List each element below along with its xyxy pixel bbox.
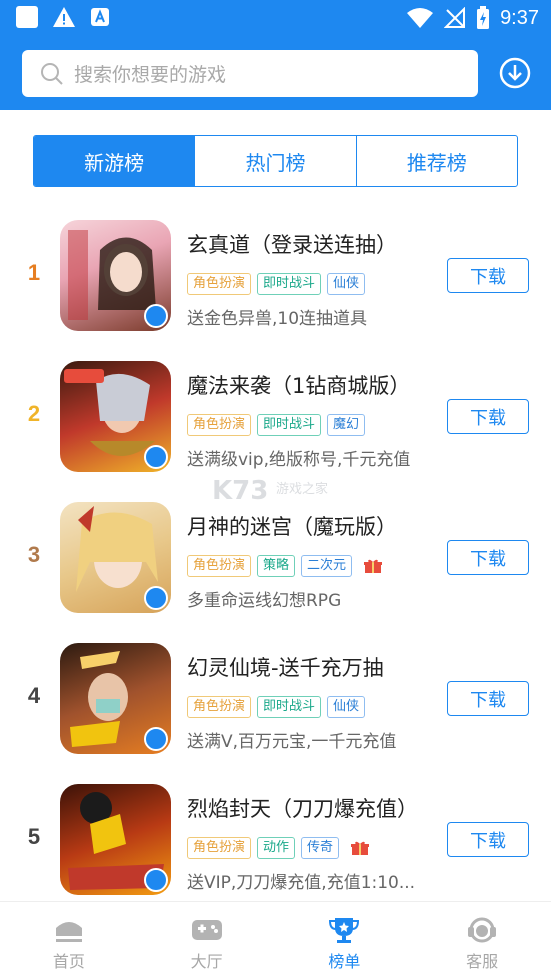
tag: 即时战斗 [257,414,322,436]
game-description: 送金色异兽,10连抽道具 [187,309,368,329]
game-title: 月神的迷宫（魔玩版） [187,515,397,539]
game-row[interactable]: 3 月神的迷宫（魔玩版） 角色扮演 策略 二次元 多重命运线幻想RPG 下载 [0,487,551,628]
tag: 角色扮演 [187,414,252,436]
game-row[interactable]: 1 玄真道（登录送连抽） 角色扮演 即时战斗 仙侠 送金色异兽,10连抽道具 下… [0,205,551,346]
battery-charging-icon [477,6,490,29]
game-title: 玄真道（登录送连抽） [187,233,397,257]
tag: 即时战斗 [257,273,322,295]
tag: 角色扮演 [187,837,252,859]
nav-label: 榜单 [328,952,361,971]
game-icon[interactable] [60,643,171,754]
tab-new-games[interactable]: 新游榜 [34,136,196,186]
wifi-icon [407,8,434,28]
gamebox-badge-icon [144,868,168,892]
tag: 角色扮演 [187,273,252,295]
status-bar: 9:37 [0,0,551,38]
notification-square-icon [16,6,38,28]
tag: 角色扮演 [187,555,252,577]
game-title: 幻灵仙境-送千充万抽 [187,656,384,680]
nav-support[interactable]: 客服 [413,902,551,979]
game-tags: 角色扮演 即时战斗 仙侠 [187,696,366,718]
game-title: 烈焰封天（刀刀爆充值） [187,797,418,821]
header: 搜索你想要的游戏 [0,38,551,110]
tag: 策略 [257,555,296,577]
game-icon[interactable] [60,361,171,472]
download-button[interactable]: 下载 [447,540,529,575]
svg-text:游戏之家: 游戏之家 [276,481,328,497]
game-icon[interactable] [60,220,171,331]
gamebox-badge-icon [144,727,168,751]
gamebox-badge-icon [144,586,168,610]
game-tags: 角色扮演 策略 二次元 [187,555,383,577]
nav-label: 首页 [52,952,85,971]
game-row[interactable]: 4 幻灵仙境-送千充万抽 角色扮演 即时战斗 仙侠 送满V,百万元宝,一千元充值… [0,628,551,769]
warning-icon [53,7,75,27]
game-icon[interactable] [60,784,171,895]
search-icon [41,62,63,85]
search-input[interactable]: 搜索你想要的游戏 [22,50,478,97]
gift-icon [351,841,370,855]
tag: 二次元 [301,555,353,577]
game-tags: 角色扮演 动作 传奇 [187,837,370,859]
tag: 仙侠 [327,696,366,718]
status-time: 9:37 [500,6,539,29]
search-placeholder: 搜索你想要的游戏 [74,64,227,86]
nav-label: 大厅 [190,952,223,971]
home-icon [55,922,82,942]
rank-number: 4 [27,683,41,708]
bottom-nav: 首页 大厅 榜单 客服 [0,901,551,979]
download-manager-icon[interactable] [499,57,531,89]
gift-icon [364,559,383,573]
game-description: 多重命运线幻想RPG [187,591,342,611]
download-button[interactable]: 下载 [447,258,529,293]
download-button[interactable]: 下载 [447,681,529,716]
tag: 角色扮演 [187,696,252,718]
game-title: 魔法来袭（1钻商城版） [187,374,411,398]
tag: 即时战斗 [257,696,322,718]
rank-number: 5 [27,824,41,849]
headset-icon [468,917,497,943]
tab-hot[interactable]: 热门榜 [195,136,357,186]
game-description: 送满V,百万元宝,一千元充值 [187,732,397,752]
gamebox-badge-icon [144,445,168,469]
gamepad-icon [191,920,222,940]
svg-text:K73: K73 [212,476,268,506]
tab-recommended[interactable]: 推荐榜 [357,136,517,186]
nav-rankings[interactable]: 榜单 [276,902,414,979]
game-row[interactable]: 5 烈焰封天（刀刀爆充值） 角色扮演 动作 传奇 送VIP,刀刀爆充值,充值1:… [0,769,551,910]
watermark-logo: K73 游戏之家 [212,473,342,507]
game-icon[interactable] [60,502,171,613]
download-button[interactable]: 下载 [447,822,529,857]
rank-number: 2 [27,401,41,426]
ranking-tabs: 新游榜 热门榜 推荐榜 [33,135,518,187]
game-description: 送满级vip,绝版称号,千元充值 [187,450,411,470]
rank-number: 1 [27,260,41,285]
tag: 仙侠 [327,273,366,295]
no-signal-icon [444,7,466,28]
game-tags: 角色扮演 即时战斗 魔幻 [187,414,366,436]
tag: 魔幻 [327,414,366,436]
nav-hall[interactable]: 大厅 [138,902,276,979]
tag: 传奇 [301,837,340,859]
download-button[interactable]: 下载 [447,399,529,434]
trophy-icon [329,918,360,943]
game-tags: 角色扮演 即时战斗 仙侠 [187,273,366,295]
nav-label: 客服 [466,952,499,971]
game-description: 送VIP,刀刀爆充值,充值1:10... [187,873,416,893]
gamebox-badge-icon [144,304,168,328]
app-store-icon [91,8,109,26]
game-row[interactable]: 2 魔法来袭（1钻商城版） 角色扮演 即时战斗 魔幻 送满级vip,绝版称号,千… [0,346,551,487]
rank-number: 3 [27,542,41,567]
nav-home[interactable]: 首页 [0,902,138,979]
tag: 动作 [257,837,296,859]
